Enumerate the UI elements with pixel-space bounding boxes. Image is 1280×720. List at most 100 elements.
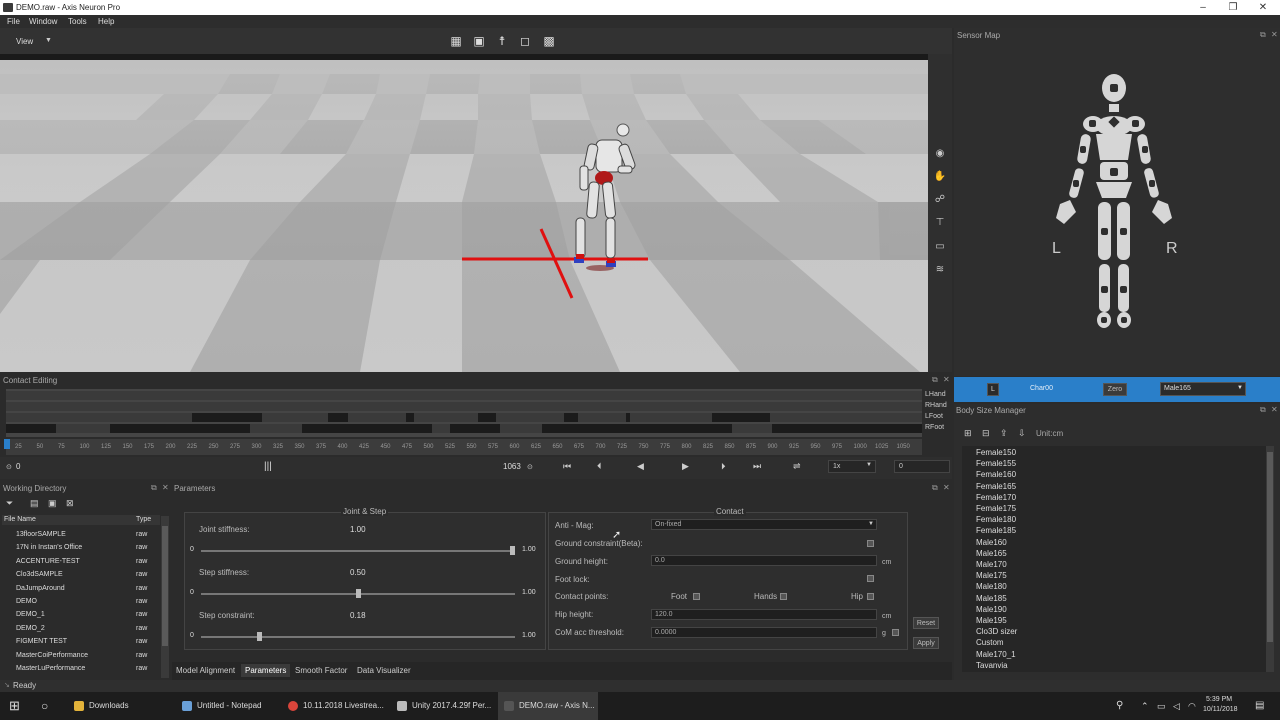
body-size-item[interactable]: Custom	[976, 638, 1004, 647]
taskbar-item-notepad[interactable]: Untitled - Notepad	[182, 692, 261, 720]
chevron-up-icon[interactable]: ⌃	[1141, 692, 1149, 720]
contact-segment[interactable]	[6, 424, 56, 433]
float-icon[interactable]: ⧉	[932, 375, 938, 385]
body-size-item[interactable]: Male170_1	[976, 650, 1016, 659]
body-size-item[interactable]: Tavanvia	[976, 661, 1008, 670]
close-button[interactable]: ✕	[1248, 0, 1278, 15]
network-icon[interactable]: ▭	[1157, 692, 1166, 720]
file-row-name[interactable]: DEMO_2	[16, 625, 45, 632]
body-size-item[interactable]: Female150	[976, 448, 1016, 457]
body-size-item[interactable]: Male185	[976, 594, 1007, 603]
next-frame-icon[interactable]: ⏵	[721, 461, 726, 472]
scrollbar-thumb[interactable]	[162, 526, 168, 646]
float-icon[interactable]: ⧉	[1260, 30, 1266, 40]
body-size-item[interactable]: Male195	[976, 616, 1007, 625]
body-size-item[interactable]: Female160	[976, 470, 1016, 479]
taskbar-item-unity[interactable]: Unity 2017.4.29f Per...	[397, 692, 491, 720]
ground-height-input[interactable]: 0.0	[651, 555, 877, 566]
contact-segment[interactable]	[542, 424, 732, 433]
reverse-play-icon[interactable]: ◀	[637, 461, 644, 472]
delete-icon[interactable]: ⊠	[66, 498, 74, 509]
contact-segment[interactable]	[302, 424, 432, 433]
body-size-item[interactable]: Female175	[976, 504, 1016, 513]
slider-track[interactable]	[201, 636, 515, 638]
file-row-name[interactable]: FIGMENT TEST	[16, 638, 67, 645]
file-row-type[interactable]: raw	[136, 652, 147, 659]
panel-close-icon[interactable]: ✕	[943, 375, 950, 384]
body-size-item[interactable]: Male180	[976, 582, 1007, 591]
playhead-marker[interactable]	[4, 439, 10, 449]
float-icon[interactable]: ⧉	[1260, 405, 1266, 415]
search-icon[interactable]: ○	[41, 692, 48, 720]
notifications-icon[interactable]: ▤	[1255, 692, 1264, 720]
file-row-name[interactable]: DEMO_1	[16, 611, 45, 618]
skeleton-icon[interactable]: ☍	[933, 193, 947, 207]
add-icon[interactable]: ⊞	[964, 428, 972, 439]
contact-segment[interactable]	[712, 413, 770, 422]
taskbar-item-chrome[interactable]: 10.11.2018 Livestrea...	[288, 692, 384, 720]
edit-icon[interactable]: ⊟	[982, 428, 990, 439]
tab-parameters[interactable]: Parameters	[241, 664, 291, 677]
figure-view-icon[interactable]: ☨	[494, 33, 510, 49]
loop-icon[interactable]: ⇌	[793, 461, 801, 472]
wifi-icon[interactable]: ◠	[1188, 692, 1196, 720]
clock-time[interactable]: 5:39 PM	[1206, 696, 1232, 703]
float-icon[interactable]: ⧉	[151, 483, 157, 493]
file-row-type[interactable]: raw	[136, 585, 147, 592]
file-row-name[interactable]: MasterLuPerformance	[16, 665, 85, 672]
body-size-item[interactable]: Female165	[976, 482, 1016, 491]
maximize-button[interactable]: ❐	[1218, 0, 1248, 15]
folder-icon[interactable]: ▤	[30, 498, 39, 509]
float-icon[interactable]: ⧉	[932, 483, 938, 493]
track-lfoot[interactable]	[6, 413, 922, 422]
com-checkbox[interactable]	[892, 629, 899, 636]
contact-segment[interactable]	[110, 424, 250, 433]
file-row-type[interactable]: raw	[136, 531, 147, 538]
grid-view-icon[interactable]: ▦	[448, 33, 464, 49]
file-row-type[interactable]: raw	[136, 611, 147, 618]
body-size-item[interactable]: Male170	[976, 560, 1007, 569]
contact-segment[interactable]	[406, 413, 414, 422]
file-row-type[interactable]: raw	[136, 665, 147, 672]
menu-window[interactable]: Window	[29, 17, 57, 26]
body-size-item[interactable]: Female185	[976, 526, 1016, 535]
panel-close-icon[interactable]: ✕	[1271, 405, 1278, 414]
zero-icon[interactable]: ▭	[933, 240, 947, 254]
body-size-item[interactable]: Clo3D sizer	[976, 627, 1017, 636]
menu-file[interactable]: File	[7, 17, 20, 26]
body-size-item[interactable]: Female170	[976, 493, 1016, 502]
taskbar-item-axis-neuron[interactable]: DEMO.raw - Axis N...	[498, 692, 598, 720]
body-size-item[interactable]: Male190	[976, 605, 1007, 614]
body-size-item[interactable]: Female155	[976, 459, 1016, 468]
panel-close-icon[interactable]: ✕	[162, 483, 169, 492]
slider-track[interactable]	[201, 550, 515, 552]
skip-start-icon[interactable]: ⏮	[563, 461, 571, 472]
slider-handle[interactable]	[510, 546, 515, 555]
panel-close-icon[interactable]: ✕	[943, 483, 950, 492]
file-row-name[interactable]: Clo3dSAMPLE	[16, 571, 63, 578]
slider-handle[interactable]	[355, 589, 361, 598]
contact-segment[interactable]	[772, 424, 922, 433]
body-size-item[interactable]: Female180	[976, 515, 1016, 524]
end-frame[interactable]: 1063	[503, 462, 521, 471]
body-size-select[interactable]: Male165	[1160, 382, 1246, 396]
file-row-type[interactable]: raw	[136, 571, 147, 578]
file-row-name[interactable]: 13floorSAMPLE	[16, 531, 66, 538]
tab-data-visualizer[interactable]: Data Visualizer	[353, 664, 415, 677]
tpose-icon[interactable]: ⊤	[933, 216, 947, 230]
file-row-name[interactable]: 17N in Instan's Office	[16, 544, 82, 551]
checker-view-icon[interactable]: ▩	[541, 33, 557, 49]
file-row-name[interactable]: MasterCoiPerformance	[16, 652, 88, 659]
apply-button[interactable]: Apply	[913, 637, 939, 649]
range-handle[interactable]: |||	[264, 461, 272, 472]
column-type[interactable]: Type	[136, 516, 151, 523]
foot-lock-checkbox[interactable]	[867, 575, 874, 582]
body-size-item[interactable]: Male175	[976, 571, 1007, 580]
contact-segment[interactable]	[626, 413, 630, 422]
menu-tools[interactable]: Tools	[68, 17, 87, 26]
file-row-name[interactable]: DEMO	[16, 598, 37, 605]
windows-start-icon[interactable]: ⊞	[9, 692, 20, 720]
skip-end-icon[interactable]: ⏭	[753, 461, 761, 472]
clock-date[interactable]: 10/11/2018	[1203, 706, 1238, 713]
track-rhand[interactable]	[6, 402, 922, 411]
